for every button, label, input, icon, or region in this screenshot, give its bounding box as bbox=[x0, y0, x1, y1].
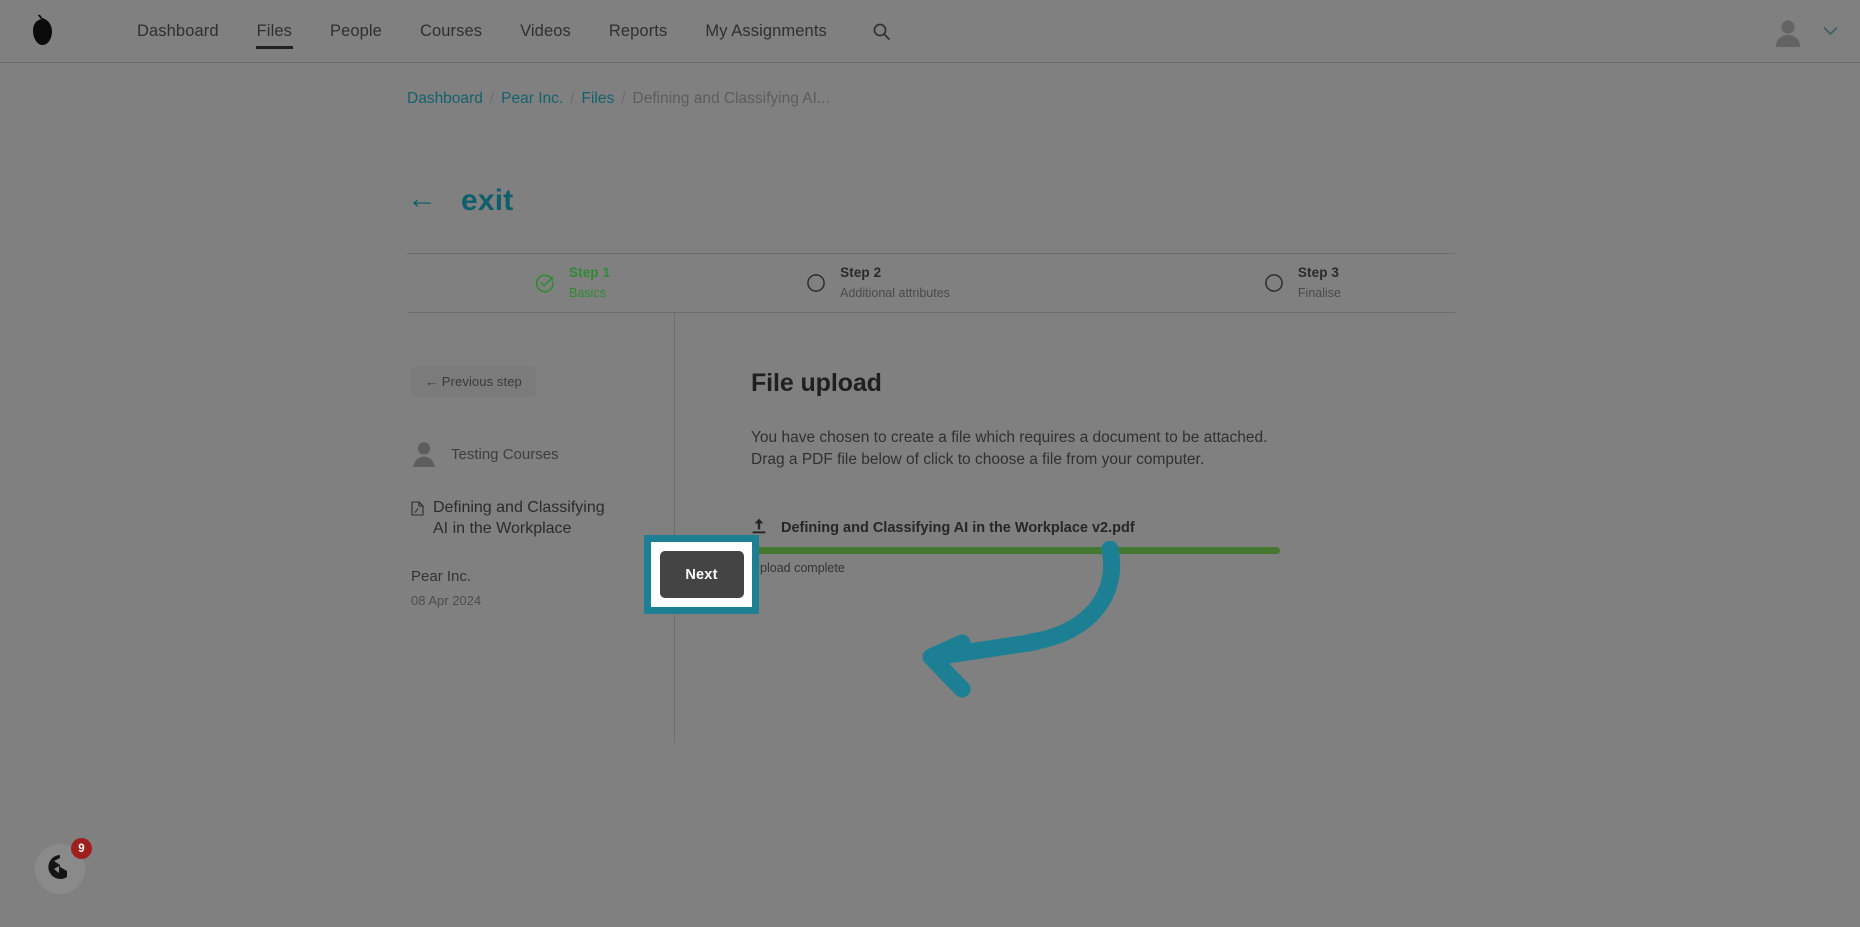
check-circle-icon bbox=[535, 273, 555, 293]
nav-item-courses[interactable]: Courses bbox=[401, 0, 501, 63]
breadcrumb-separator: / bbox=[489, 90, 495, 107]
upload-progress-fill bbox=[751, 547, 1280, 554]
circle-icon bbox=[806, 273, 826, 293]
breadcrumb: Dashboard / Pear Inc. / Files / Defining… bbox=[407, 90, 830, 108]
nav-item-files[interactable]: Files bbox=[238, 0, 311, 63]
wizard-main-panel: File upload You have chosen to create a … bbox=[644, 313, 1455, 743]
owner-name: Testing Courses bbox=[451, 445, 559, 463]
owner-row: Testing Courses bbox=[411, 439, 674, 469]
breadcrumb-item-dashboard[interactable]: Dashboard bbox=[407, 90, 483, 108]
stepper-step-2-title: Step 2 bbox=[840, 265, 882, 280]
wizard-content-area: ← Previous step Testing Courses Defining… bbox=[407, 313, 1455, 743]
stepper-step-1-title: Step 1 bbox=[569, 265, 611, 280]
pdf-file-icon bbox=[411, 501, 424, 521]
chevron-down-icon[interactable] bbox=[1823, 23, 1838, 41]
stepper-step-2[interactable]: Step 2 Additional attributes bbox=[806, 263, 950, 303]
exit-link[interactable]: ← exit bbox=[407, 184, 514, 218]
upload-status-text: Upload complete bbox=[751, 561, 845, 575]
stepper-step-2-subtitle: Additional attributes bbox=[840, 286, 950, 300]
search-icon[interactable] bbox=[872, 22, 891, 41]
previous-step-button[interactable]: ← Previous step bbox=[411, 366, 536, 397]
upload-file-row: Defining and Classifying AI in the Workp… bbox=[751, 517, 1281, 539]
user-avatar-icon bbox=[411, 439, 437, 469]
nav-items: Dashboard Files People Courses Videos Re… bbox=[118, 0, 891, 63]
breadcrumb-item-files[interactable]: Files bbox=[581, 90, 614, 108]
upload-progress-bar bbox=[751, 547, 1280, 554]
back-arrow-icon: ← bbox=[407, 182, 437, 215]
exit-label: exit bbox=[461, 184, 514, 217]
stepper-step-1-subtitle: Basics bbox=[569, 286, 606, 300]
chat-unread-badge: 9 bbox=[71, 838, 92, 859]
breadcrumb-item-pear-inc[interactable]: Pear Inc. bbox=[501, 90, 563, 108]
next-button-highlight: Next bbox=[644, 535, 759, 614]
stepper-step-3[interactable]: Step 3 Finalise bbox=[1264, 263, 1341, 303]
nav-item-my-assignments[interactable]: My Assignments bbox=[686, 0, 846, 63]
page-title: File upload bbox=[751, 369, 882, 397]
user-avatar-icon[interactable] bbox=[1771, 15, 1805, 49]
breadcrumb-separator: / bbox=[570, 90, 575, 107]
chat-widget-button[interactable]: 9 bbox=[35, 838, 92, 894]
breadcrumb-item-current: Defining and Classifying AI... bbox=[632, 90, 830, 107]
nav-item-people[interactable]: People bbox=[311, 0, 401, 63]
stepper-step-3-title: Step 3 bbox=[1297, 265, 1340, 280]
chat-bubble-icon bbox=[45, 852, 75, 887]
stepper-step-1[interactable]: Step 1 Basics bbox=[535, 263, 610, 303]
wizard-stepper: Step 1 Basics Step 2 Additional attribut… bbox=[407, 253, 1455, 313]
top-navigation-bar: Dashboard Files People Courses Videos Re… bbox=[0, 0, 1860, 63]
page-body: Dashboard / Pear Inc. / Files / Defining… bbox=[0, 63, 1860, 927]
pear-logo-icon[interactable] bbox=[14, 14, 72, 48]
wizard-sidebar: ← Previous step Testing Courses Defining… bbox=[407, 313, 675, 743]
nav-item-reports[interactable]: Reports bbox=[590, 0, 686, 63]
page-description: You have chosen to create a file which r… bbox=[751, 429, 1268, 468]
organisation-name: Pear Inc. bbox=[411, 567, 472, 585]
nav-item-dashboard[interactable]: Dashboard bbox=[118, 0, 238, 63]
document-title-row: Defining and Classifying AI in the Workp… bbox=[411, 498, 621, 540]
circle-icon bbox=[1264, 273, 1284, 293]
document-title: Defining and Classifying AI in the Workp… bbox=[433, 499, 605, 537]
document-date: 08 Apr 2024 bbox=[411, 592, 482, 608]
nav-right-group bbox=[1771, 0, 1838, 63]
upload-block: Defining and Classifying AI in the Workp… bbox=[751, 517, 1281, 575]
breadcrumb-separator: / bbox=[621, 90, 626, 107]
nav-item-videos[interactable]: Videos bbox=[501, 0, 590, 63]
next-button[interactable]: Next bbox=[659, 551, 744, 598]
upload-filename: Defining and Classifying AI in the Workp… bbox=[781, 520, 1135, 536]
stepper-step-3-subtitle: Finalise bbox=[1297, 286, 1341, 300]
